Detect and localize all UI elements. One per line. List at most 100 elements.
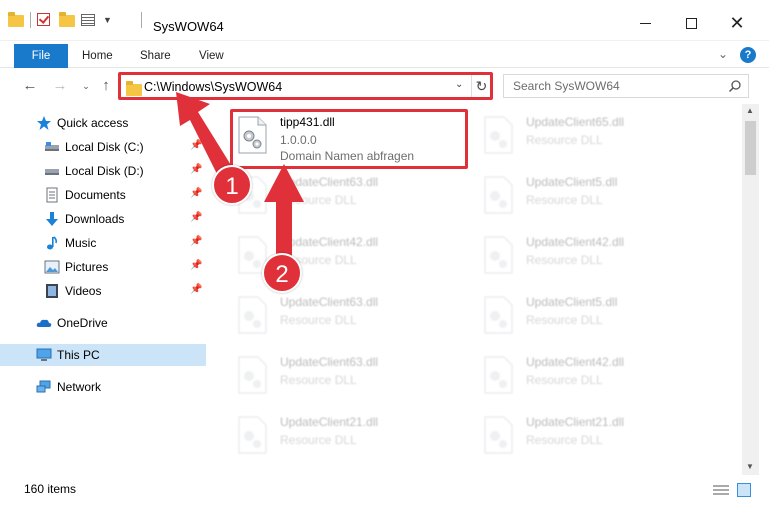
up-arrow-icon[interactable]: ↑ [96,77,116,94]
address-folder-icon [126,81,142,96]
window-title: SysWOW64 [153,19,224,34]
scroll-down-icon[interactable]: ▼ [746,462,754,471]
network-icon [36,380,51,393]
vertical-scrollbar[interactable]: ▲ ▼ [742,104,759,475]
sidebar-item-label: Pictures [65,260,109,274]
sidebar-item-this-pc[interactable]: This PC [0,344,206,366]
file-tile[interactable]: UpdateClient42.dll Resource DLL [480,350,720,406]
file-name: UpdateClient21.dll [526,415,625,429]
file-description: Resource DLL [526,313,603,327]
status-bar: 160 items [0,475,769,510]
title-divider [141,12,142,28]
toolbar-divider [30,12,31,28]
file-tile[interactable]: UpdateClient63.dll Resource DLL [234,290,474,346]
help-icon[interactable]: ? [740,47,756,63]
dll-file-gear-icon [238,296,267,334]
minimize-icon [639,22,651,24]
file-tile[interactable]: UpdateClient5.dll Resource DLL [480,290,720,346]
sidebar-item-label: Videos [65,284,102,298]
sidebar-item-music[interactable]: Music 📌 [0,232,206,254]
pin-icon[interactable]: 📌 [190,212,202,223]
customize-toolbar-chevron-icon[interactable]: ▼ [103,15,112,25]
navigation-pane: Quick access Local Disk (C:) 📌 Local Dis… [0,104,206,475]
file-tile[interactable]: UpdateClient21.dll Resource DLL [480,410,720,466]
file-name: UpdateClient5.dll [526,175,618,189]
expand-ribbon-chevron-icon[interactable]: ⌄ [718,47,728,61]
file-name: UpdateClient63.dll [280,295,379,309]
sidebar-item-documents[interactable]: Documents 📌 [0,184,206,206]
pin-icon[interactable]: 📌 [190,164,202,175]
download-icon [46,212,58,226]
sidebar-item-local-disk-c[interactable]: Local Disk (C:) 📌 [0,136,206,158]
pin-icon[interactable]: 📌 [190,188,202,199]
sidebar-item-label: Quick access [57,116,129,130]
file-tile[interactable]: UpdateClient21.dll Resource DLL [234,410,474,466]
dll-file-gear-icon [484,356,513,394]
sidebar-item-label: Documents [65,188,126,202]
file-tile[interactable]: UpdateClient42.dll Resource DLL [480,230,720,286]
pin-icon[interactable]: 📌 [190,284,202,295]
search-placeholder: Search SysWOW64 [513,79,620,93]
file-description: Resource DLL [526,133,603,147]
tab-share[interactable]: Share [126,44,185,68]
sidebar-item-local-disk-d[interactable]: Local Disk (D:) 📌 [0,160,206,182]
sidebar-item-label: This PC [57,348,100,362]
file-name: UpdateClient63.dll [280,355,379,369]
pin-icon[interactable]: 📌 [190,260,202,271]
drive-icon [45,142,59,151]
step-badge-1: 1 [212,165,252,205]
address-bar[interactable]: C:\Windows\SysWOW64 ⌄ ↻ [118,72,493,100]
dll-file-gear-icon [484,296,513,334]
music-icon [47,236,58,250]
tab-home[interactable]: Home [68,44,127,68]
sidebar-item-downloads[interactable]: Downloads 📌 [0,208,206,230]
minimize-button[interactable] [622,8,668,38]
ribbon-tabs: File Home Share View ⌄ ? [0,41,769,68]
forward-arrow-icon[interactable]: → [50,77,70,94]
file-description: Resource DLL [526,433,603,447]
sidebar-item-label: Network [57,380,102,394]
file-description: Resource DLL [280,193,357,207]
file-tile[interactable]: UpdateClient5.dll Resource DLL [480,170,720,226]
file-tile[interactable]: UpdateClient63.dll Resource DLL [234,350,474,406]
address-dropdown-chevron-icon[interactable]: ⌄ [455,79,463,90]
file-name: UpdateClient5.dll [526,295,618,309]
file-tile[interactable]: UpdateClient63.dll Resource DLL [234,170,474,226]
tab-file[interactable]: File [14,44,68,68]
sidebar-item-pictures[interactable]: Pictures 📌 [0,256,206,278]
scroll-up-icon[interactable]: ▲ [746,106,754,115]
sidebar-item-label: Downloads [65,212,125,226]
close-button[interactable]: ✕ [714,8,760,38]
tiles-view-icon[interactable] [737,483,751,497]
refresh-icon[interactable]: ↻ [471,75,491,97]
tab-view[interactable]: View [185,44,238,68]
pin-icon[interactable]: 📌 [190,236,202,247]
new-folder-icon[interactable] [59,12,75,28]
videos-icon [46,284,58,298]
file-highlight-frame [230,109,468,169]
properties-check-icon[interactable] [37,12,53,28]
dll-file-gear-icon [238,356,267,394]
star-icon [37,116,51,130]
back-arrow-icon[interactable]: ← [20,77,40,94]
details-view-icon[interactable] [713,484,729,496]
properties-icon[interactable] [81,12,97,28]
recent-locations-chevron-icon[interactable]: ⌄ [76,81,96,92]
scroll-thumb[interactable] [745,121,756,175]
file-name: UpdateClient42.dll [526,235,625,249]
sidebar-item-network[interactable]: Network [0,376,206,398]
file-description: Resource DLL [280,433,357,447]
quick-access-toolbar: ▼ [8,10,112,30]
pin-icon[interactable]: 📌 [190,140,202,151]
file-description: Resource DLL [526,253,603,267]
file-tile[interactable]: UpdateClient65.dll Resource DLL [480,110,720,166]
maximize-button[interactable] [668,8,714,38]
sidebar-item-videos[interactable]: Videos 📌 [0,280,206,302]
sidebar-item-quick-access[interactable]: Quick access [0,112,206,134]
documents-icon [46,187,58,203]
close-icon: ✕ [729,12,745,33]
sidebar-item-onedrive[interactable]: OneDrive [0,312,206,334]
address-path[interactable]: C:\Windows\SysWOW64 [144,80,282,94]
search-input[interactable]: Search SysWOW64 [503,74,749,98]
dll-file-gear-icon [484,416,513,454]
